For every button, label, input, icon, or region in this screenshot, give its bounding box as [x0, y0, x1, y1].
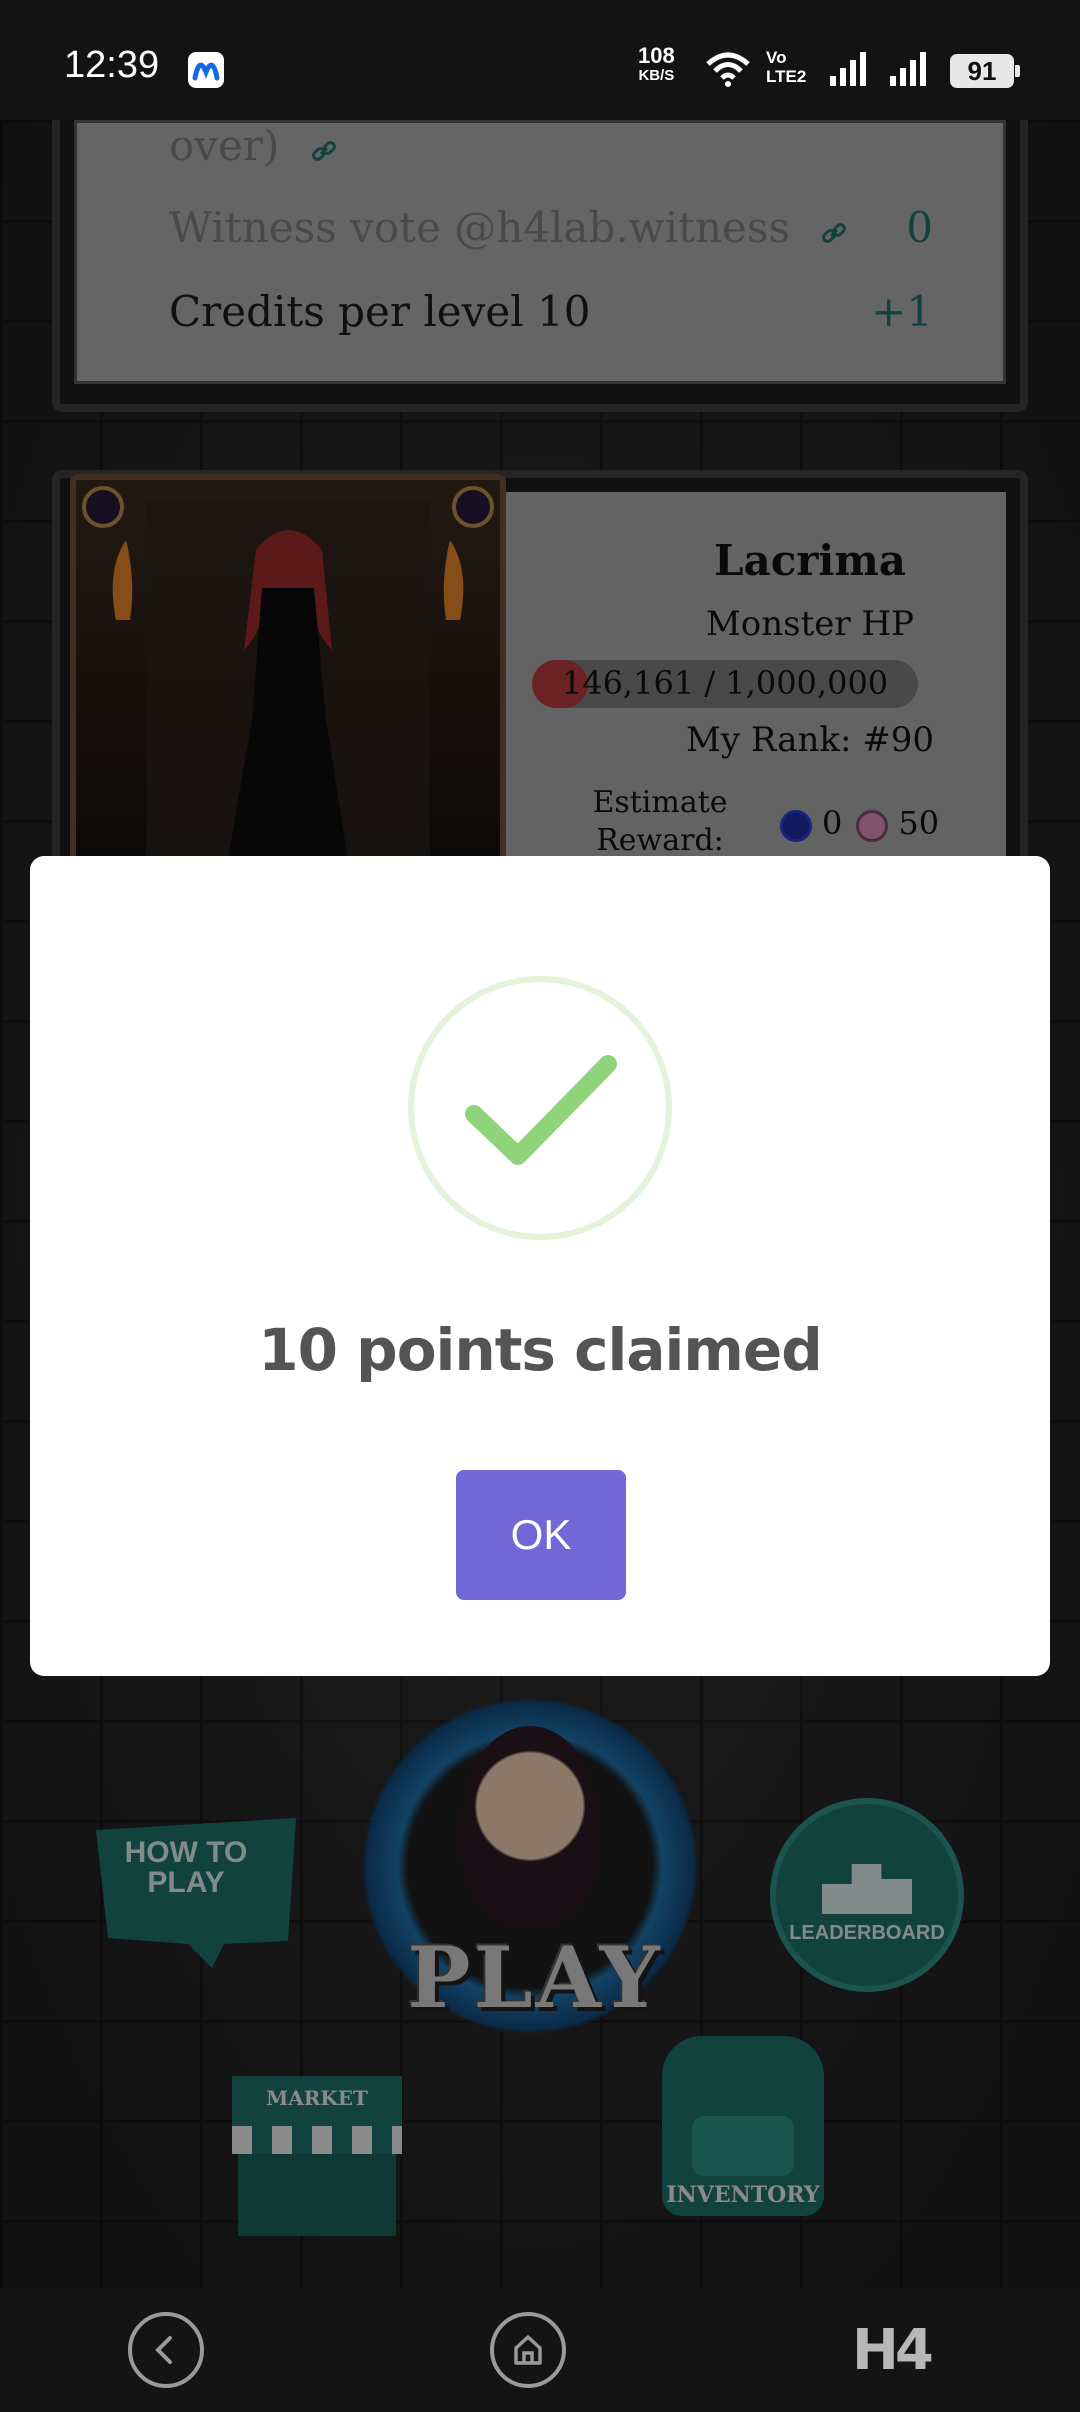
chevron-left-icon [155, 2336, 172, 2364]
dialog-title: 10 points claimed [258, 1316, 822, 1384]
app-logo[interactable]: H4 [852, 2318, 934, 2383]
network-speed: 108 KB/S [638, 43, 675, 86]
volte-indicator: Vo LTE2 [766, 48, 806, 86]
signal-icon-sim2 [888, 50, 932, 93]
volte-top-label: Vo [766, 48, 787, 67]
back-button[interactable] [128, 2312, 204, 2388]
wifi-icon [704, 50, 752, 93]
status-time: 12:39 [64, 44, 160, 86]
volte-bottom-label: LTE2 [766, 67, 807, 86]
success-check-icon [408, 976, 672, 1240]
claim-success-dialog: 10 points claimed OK [30, 856, 1050, 1676]
ok-button[interactable]: OK [456, 1470, 626, 1600]
meta-app-icon [188, 52, 224, 88]
app-root: 12:39 108 KB/S Vo LTE2 91 over) Witness … [0, 0, 1080, 2412]
home-button[interactable] [490, 2312, 566, 2388]
home-icon [514, 2335, 542, 2365]
navigation-bar: H4 [0, 2288, 1080, 2412]
network-speed-value: 108 [638, 43, 675, 68]
signal-icon-sim1 [828, 50, 872, 93]
battery-indicator: 91 [950, 54, 1020, 88]
status-bar: 12:39 108 KB/S Vo LTE2 91 [0, 0, 1080, 120]
network-speed-unit: KB/S [638, 67, 675, 84]
